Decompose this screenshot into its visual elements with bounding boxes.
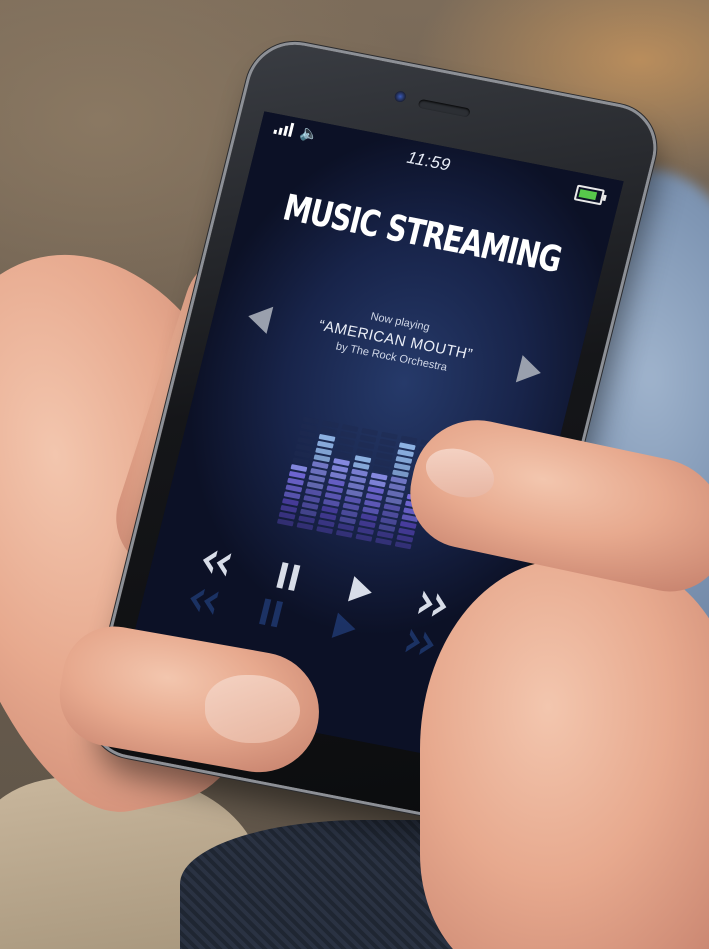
status-time: 11:59: [405, 147, 453, 175]
equalizer-segment: [394, 541, 412, 550]
pause-button[interactable]: [264, 553, 313, 599]
rewind-reflection: [185, 582, 232, 619]
battery-level: [578, 189, 597, 201]
playback-controls: [185, 540, 477, 655]
next-track-icon[interactable]: [515, 355, 545, 387]
pause-icon: [276, 562, 301, 591]
equalizer-segment: [355, 533, 373, 542]
previous-track-icon[interactable]: [244, 302, 274, 334]
rewind-icon: [202, 550, 232, 577]
front-camera: [393, 90, 408, 103]
right-hand: [420, 560, 709, 949]
equalizer-segment: [296, 522, 314, 531]
left-thumbnail: [205, 675, 300, 743]
equalizer-segment: [375, 537, 392, 546]
pause-reflection: [256, 596, 303, 633]
equalizer-segment: [335, 529, 353, 538]
fast-forward-icon: [417, 590, 447, 617]
fast-forward-button[interactable]: [407, 581, 456, 627]
play-button[interactable]: [337, 567, 386, 613]
speaker-icon: 🔈: [298, 123, 321, 144]
rewind-button[interactable]: [193, 540, 242, 586]
earpiece-speaker: [417, 98, 471, 118]
play-reflection: [328, 610, 375, 647]
equalizer-segment: [276, 518, 294, 527]
photo-scene: 🔈 11:59 MUSIC STREAMING Now playing “AME…: [0, 0, 709, 949]
equalizer-segment: [316, 526, 334, 535]
play-icon: [348, 576, 372, 602]
battery-icon: [573, 184, 606, 206]
signal-icon: [273, 120, 295, 137]
now-playing-info: Now playing “AMERICAN MOUTH” by The Rock…: [269, 293, 522, 387]
